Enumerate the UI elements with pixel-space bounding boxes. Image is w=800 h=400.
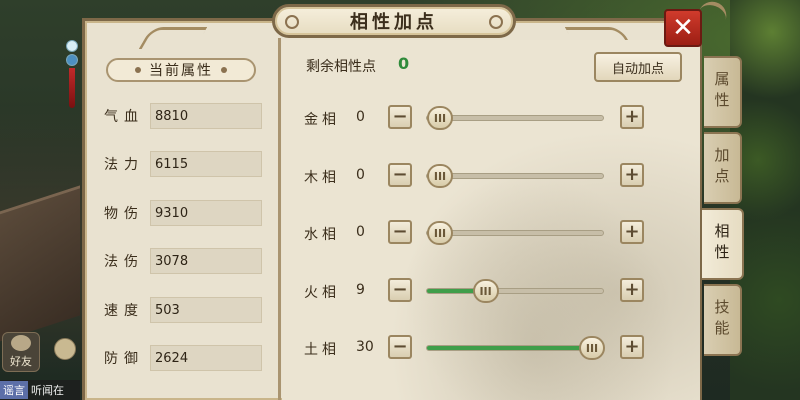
affinity-name: 火相 bbox=[304, 285, 340, 301]
affinity-slider[interactable]: III bbox=[426, 336, 605, 360]
increase-button[interactable]: + bbox=[620, 335, 644, 359]
increase-button[interactable]: + bbox=[620, 220, 644, 244]
affinity-row-fire: 火相 9 − III + bbox=[282, 277, 700, 305]
decrease-button[interactable]: − bbox=[388, 278, 412, 302]
affinity-slider[interactable]: III bbox=[426, 106, 604, 130]
affinity-name: 木相 bbox=[304, 170, 340, 186]
stat-value: 8810 bbox=[150, 103, 262, 129]
increase-button[interactable]: + bbox=[620, 278, 644, 302]
close-button[interactable]: ✕ bbox=[664, 9, 702, 47]
stat-value: 6115 bbox=[150, 151, 262, 177]
increase-button[interactable]: + bbox=[620, 105, 644, 129]
swirl-ornament-icon bbox=[285, 15, 299, 29]
affinity-value: 0 bbox=[356, 224, 365, 240]
window-title-plate: 相性加点 bbox=[272, 4, 516, 38]
affinity-row-earth: 土相 30 − III + bbox=[282, 334, 700, 362]
auto-allocate-button[interactable]: 自动加点 bbox=[594, 52, 682, 82]
chat-line[interactable]: 谣言 听闻在 bbox=[0, 380, 80, 400]
stat-name: 物伤 bbox=[104, 206, 144, 222]
chat-channel-tag: 谣言 bbox=[0, 381, 28, 399]
slider-thumb[interactable]: III bbox=[427, 106, 453, 130]
affinity-slider[interactable]: III bbox=[426, 221, 604, 245]
friends-icon bbox=[11, 335, 31, 351]
stat-row-hp: 气血 8810 bbox=[104, 102, 270, 130]
panel-divider bbox=[278, 38, 281, 400]
close-icon: ✕ bbox=[672, 13, 694, 43]
current-attributes-title: 当前属性 bbox=[149, 63, 213, 79]
stat-value: 2624 bbox=[150, 345, 262, 371]
affinity-name: 金相 bbox=[304, 112, 340, 128]
affinity-name: 土相 bbox=[304, 342, 340, 358]
affinity-value: 30 bbox=[356, 339, 374, 355]
decrease-button[interactable]: − bbox=[388, 105, 412, 129]
affinity-points-panel: 剩余相性点 0 自动加点 金相 0 − III + 木相 0 − III + 水… bbox=[282, 40, 700, 400]
slider-thumb[interactable]: III bbox=[472, 279, 499, 303]
stat-value: 9310 bbox=[150, 200, 262, 226]
decrease-button[interactable]: − bbox=[388, 220, 412, 244]
stat-name: 法力 bbox=[104, 157, 144, 173]
header-dot-icon bbox=[135, 67, 141, 73]
stat-row-defense: 防御 2624 bbox=[104, 344, 270, 372]
jade-pendant-ornament bbox=[62, 40, 82, 120]
boat-scenery bbox=[0, 185, 80, 345]
friends-label: 好友 bbox=[10, 355, 32, 368]
increase-button[interactable]: + bbox=[620, 163, 644, 187]
affinity-slider[interactable]: III bbox=[426, 279, 604, 303]
tab-affinity[interactable]: 相性 bbox=[702, 208, 744, 280]
slider-fill bbox=[427, 346, 592, 350]
header-dot-icon bbox=[221, 67, 227, 73]
affinity-value: 0 bbox=[356, 167, 365, 183]
friends-button[interactable]: 好友 bbox=[2, 332, 40, 372]
stat-value: 3078 bbox=[150, 248, 262, 274]
stat-row-speed: 速度 503 bbox=[104, 296, 270, 324]
affinity-row-water: 水相 0 − III + bbox=[282, 219, 700, 247]
slider-thumb[interactable]: III bbox=[427, 221, 453, 245]
stat-row-mp: 法力 6115 bbox=[104, 150, 270, 178]
chat-hud: 好友 谣言 听闻在 bbox=[0, 332, 80, 400]
stat-name: 法伤 bbox=[104, 254, 144, 270]
stat-name: 防御 bbox=[104, 351, 144, 367]
chat-bubble-icon[interactable] bbox=[54, 338, 76, 360]
stat-value: 503 bbox=[150, 297, 262, 323]
current-attributes-panel: 当前属性 气血 8810 法力 6115 物伤 9310 法伤 3078 速度 … bbox=[90, 40, 280, 400]
current-attributes-header: 当前属性 bbox=[106, 58, 256, 82]
chat-message: 听闻在 bbox=[31, 384, 64, 397]
bead-icon bbox=[66, 54, 78, 66]
bead-icon bbox=[66, 40, 78, 52]
stat-row-phys-dmg: 物伤 9310 bbox=[104, 199, 270, 227]
tab-add-points[interactable]: 加点 bbox=[704, 132, 742, 204]
tassel-icon bbox=[69, 68, 75, 108]
remaining-points-label: 剩余相性点 bbox=[306, 59, 376, 75]
affinity-name: 水相 bbox=[304, 227, 340, 243]
stat-row-magic-dmg: 法伤 3078 bbox=[104, 247, 270, 275]
affinity-value: 0 bbox=[356, 109, 365, 125]
stat-name: 速度 bbox=[104, 303, 144, 319]
window-title: 相性加点 bbox=[350, 12, 438, 33]
affinity-row-wood: 木相 0 − III + bbox=[282, 162, 700, 190]
affinity-value: 9 bbox=[356, 282, 365, 298]
tab-skills[interactable]: 技能 bbox=[704, 284, 742, 356]
slider-thumb[interactable]: III bbox=[427, 164, 453, 188]
stat-name: 气血 bbox=[104, 109, 144, 125]
decrease-button[interactable]: − bbox=[388, 163, 412, 187]
affinity-slider[interactable]: III bbox=[426, 164, 604, 188]
swirl-ornament-icon bbox=[489, 15, 503, 29]
remaining-points-value: 0 bbox=[398, 54, 410, 73]
affinity-row-metal: 金相 0 − III + bbox=[282, 104, 700, 132]
slider-thumb[interactable]: III bbox=[579, 336, 605, 360]
tab-attributes[interactable]: 属性 bbox=[704, 56, 742, 128]
decrease-button[interactable]: − bbox=[388, 335, 412, 359]
